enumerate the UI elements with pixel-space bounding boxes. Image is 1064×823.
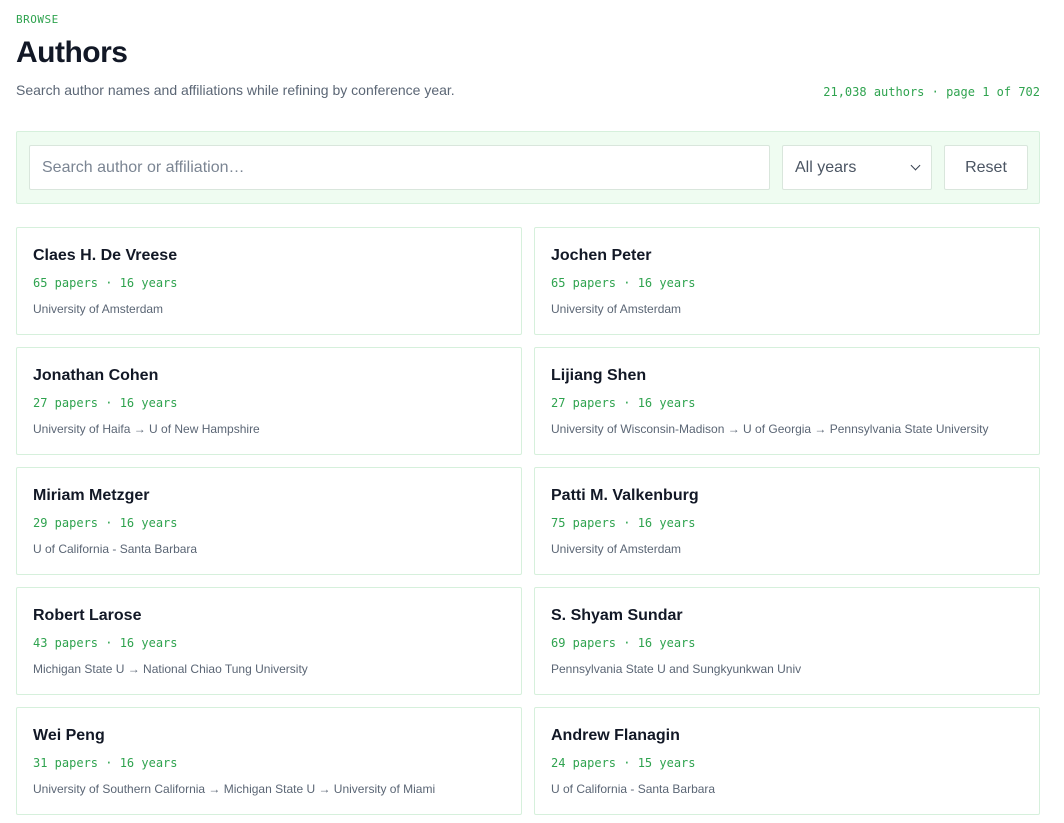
chevron-down-icon (910, 160, 921, 171)
author-card[interactable]: Wei Peng 31 papers · 16 years University… (16, 707, 522, 815)
author-card[interactable]: Claes H. De Vreese 65 papers · 16 years … (16, 227, 522, 335)
author-name[interactable]: Lijiang Shen (551, 367, 646, 385)
year-select[interactable]: All years (782, 145, 932, 190)
author-name[interactable]: Wei Peng (33, 727, 105, 745)
author-affiliation: University of Amsterdam (551, 542, 682, 556)
author-stats: 29 papers · 16 years (33, 516, 178, 530)
author-stats: 27 papers · 16 years (551, 396, 696, 410)
author-affiliation: Pennsylvania State U and Sungkyunkwan Un… (551, 662, 802, 676)
results-count: 21,038 authors · page 1 of 702 (823, 85, 1040, 99)
filter-bar: All years Reset (16, 131, 1040, 204)
author-grid: Claes H. De Vreese 65 papers · 16 years … (16, 227, 1040, 815)
year-select-value: All years (795, 158, 857, 176)
search-input[interactable] (29, 145, 770, 190)
author-affiliation: University of Amsterdam (551, 302, 682, 316)
author-affiliation: U of California - Santa Barbara (33, 542, 198, 556)
author-card[interactable]: S. Shyam Sundar 69 papers · 16 years Pen… (534, 587, 1040, 695)
author-name[interactable]: Robert Larose (33, 607, 141, 625)
author-card[interactable]: Jochen Peter 65 papers · 16 years Univer… (534, 227, 1040, 335)
page-eyebrow: BROWSE (16, 13, 59, 26)
author-stats: 43 papers · 16 years (33, 636, 178, 650)
author-affiliation: U of California - Santa Barbara (551, 782, 716, 796)
author-stats: 27 papers · 16 years (33, 396, 178, 410)
author-card[interactable]: Lijiang Shen 27 papers · 16 years Univer… (534, 347, 1040, 455)
author-card[interactable]: Miriam Metzger 29 papers · 16 years U of… (16, 467, 522, 575)
page-subtitle: Search author names and affiliations whi… (16, 82, 455, 98)
author-stats: 65 papers · 16 years (551, 276, 696, 290)
author-stats: 24 papers · 15 years (551, 756, 696, 770)
author-affiliation: University of Wisconsin-Madison → U of G… (551, 422, 989, 436)
author-name[interactable]: Miriam Metzger (33, 487, 149, 505)
author-stats: 75 papers · 16 years (551, 516, 696, 530)
author-name[interactable]: Andrew Flanagin (551, 727, 680, 745)
author-card[interactable]: Patti M. Valkenburg 75 papers · 16 years… (534, 467, 1040, 575)
author-name[interactable]: Jonathan Cohen (33, 367, 158, 385)
author-name[interactable]: Jochen Peter (551, 247, 651, 265)
author-stats: 69 papers · 16 years (551, 636, 696, 650)
author-card[interactable]: Robert Larose 43 papers · 16 years Michi… (16, 587, 522, 695)
author-name[interactable]: Claes H. De Vreese (33, 247, 177, 265)
author-stats: 31 papers · 16 years (33, 756, 178, 770)
author-affiliation: University of Southern California → Mich… (33, 782, 436, 796)
author-affiliation: University of Amsterdam (33, 302, 164, 316)
author-name[interactable]: Patti M. Valkenburg (551, 487, 699, 505)
author-card[interactable]: Jonathan Cohen 27 papers · 16 years Univ… (16, 347, 522, 455)
page-title: Authors (16, 36, 128, 69)
author-affiliation: Michigan State U → National Chiao Tung U… (33, 662, 308, 676)
author-affiliation: University of Haifa → U of New Hampshire (33, 422, 260, 436)
author-stats: 65 papers · 16 years (33, 276, 178, 290)
author-name[interactable]: S. Shyam Sundar (551, 607, 683, 625)
author-card[interactable]: Andrew Flanagin 24 papers · 15 years U o… (534, 707, 1040, 815)
reset-button[interactable]: Reset (944, 145, 1028, 190)
